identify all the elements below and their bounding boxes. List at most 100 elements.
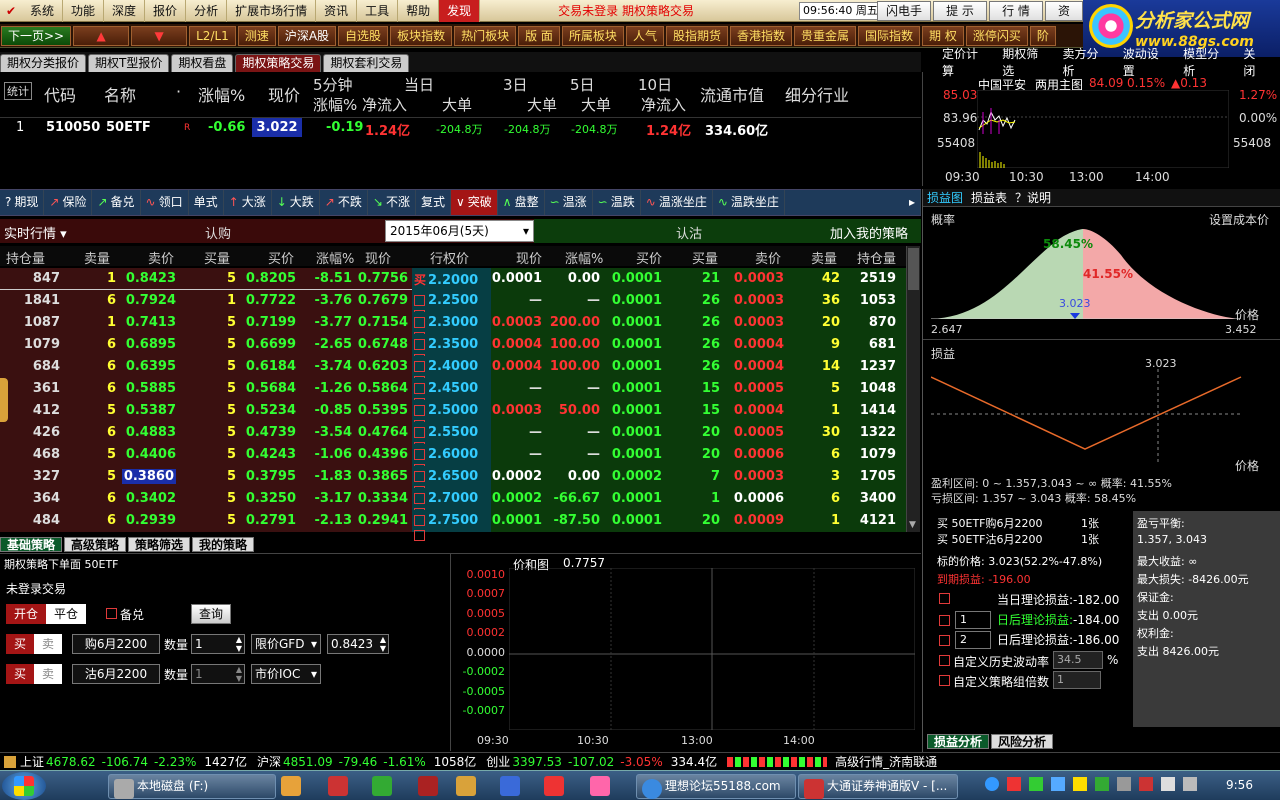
call-px[interactable]: 0.7756 — [358, 271, 408, 286]
tray-icon[interactable] — [1051, 777, 1065, 791]
call-bp[interactable]: 0.6699 — [246, 337, 296, 352]
stat-button[interactable]: 统计 — [4, 82, 32, 100]
hdr-put-oi[interactable]: 持仓量 — [857, 248, 896, 267]
call-chg[interactable]: -1.83 — [315, 469, 352, 484]
put-psp[interactable]: 0.0004 — [734, 359, 784, 374]
put-ppx[interactable]: 0.0001 — [492, 271, 542, 286]
tab-pnl-table[interactable]: 损益表 — [971, 189, 1007, 206]
covered-checkbox[interactable] — [106, 608, 117, 619]
app-icon[interactable] — [590, 776, 610, 796]
stepper-icon[interactable]: ▲ ▼ — [236, 665, 242, 683]
leg2-qty-stepper[interactable]: 1 ▲ ▼ — [191, 664, 245, 684]
call-sp[interactable]: 0.6395 — [126, 359, 176, 374]
call-bv[interactable]: 5 — [227, 513, 236, 528]
put-pchg[interactable]: — — [587, 293, 600, 308]
options-button[interactable]: 期 权 — [922, 25, 964, 46]
sector-index-button[interactable]: 板块指数 — [390, 25, 453, 46]
strategy-mild-rise[interactable]: ∽ 温涨 — [545, 190, 593, 215]
option-row[interactable]: 1087 1 0.7413 5 0.7199 -3.77 0.7154 0.0003 200.0… — [0, 312, 906, 343]
put-psp[interactable]: 0.0003 — [734, 293, 784, 308]
put-poi[interactable]: 1237 — [860, 359, 896, 374]
call-sp[interactable]: 0.7924 — [126, 293, 176, 308]
media-player-icon[interactable] — [281, 776, 301, 796]
put-psv[interactable]: 9 — [831, 337, 840, 352]
option-row[interactable]: 426 6 0.4883 5 0.4739 -3.54 0.4764 — — 0.0001 20 0.… — [0, 422, 906, 453]
call-px[interactable]: 0.5395 — [358, 403, 408, 418]
call-select-checkbox[interactable] — [414, 405, 425, 416]
call-chg[interactable]: -1.26 — [315, 381, 352, 396]
put-pbv[interactable]: 1 — [711, 491, 720, 506]
strategy-range[interactable]: ∧ 盘整 — [498, 190, 545, 215]
strategy-mild-fall[interactable]: ∽ 温跌 — [593, 190, 641, 215]
strategy-collar[interactable]: ∿ 领口 — [141, 190, 189, 215]
theory-day1-checkbox[interactable] — [939, 615, 950, 626]
index-futures-button[interactable]: 股指期货 — [665, 25, 728, 46]
put-ppx[interactable]: 0.0004 — [492, 337, 542, 352]
tab-option-category[interactable]: 期权分类报价 — [0, 54, 87, 72]
speed-test-button[interactable]: 测速 — [237, 25, 276, 46]
call-sv[interactable]: 5 — [107, 447, 116, 462]
tray-icon[interactable] — [1029, 777, 1043, 791]
close-position-button[interactable]: 平仓 — [46, 604, 86, 624]
call-sp[interactable]: 0.4406 — [126, 447, 176, 462]
put-psp[interactable]: 0.0004 — [734, 337, 784, 352]
call-bp[interactable]: 0.8205 — [246, 271, 296, 286]
call-bp[interactable]: 0.6184 — [246, 359, 296, 374]
call-oi[interactable]: 847 — [33, 271, 60, 286]
buy-call-marker[interactable]: 买 — [414, 273, 426, 287]
strategy-insurance[interactable]: ↗ 保险 — [44, 190, 93, 215]
call-chg[interactable]: -2.65 — [315, 337, 352, 352]
col-name[interactable]: 名称 — [104, 82, 136, 106]
hdr-buy-vol[interactable]: 买量 — [204, 248, 230, 267]
put-pchg[interactable]: 100.00 — [550, 359, 600, 374]
hdr-put-buy-vol[interactable]: 买量 — [692, 248, 718, 267]
put-psp[interactable]: 0.0004 — [734, 403, 784, 418]
put-pbp[interactable]: 0.0002 — [612, 469, 662, 484]
call-chg[interactable]: -3.74 — [315, 359, 352, 374]
theory-day2-checkbox[interactable] — [939, 635, 950, 646]
call-bv[interactable]: 1 — [227, 293, 236, 308]
call-sp[interactable]: 0.7413 — [126, 315, 176, 330]
put-poi[interactable]: 3400 — [860, 491, 896, 506]
put-psv[interactable]: 30 — [822, 425, 840, 440]
call-sp[interactable]: 0.5885 — [126, 381, 176, 396]
expiry-select[interactable]: 2015年06月(5天) ▾ — [385, 220, 534, 242]
put-ppx[interactable]: — — [529, 293, 542, 308]
hot-sector-button[interactable]: 热门板块 — [454, 25, 517, 46]
app-icon[interactable] — [372, 776, 392, 796]
call-select-checkbox[interactable] — [414, 471, 425, 482]
strategy-single[interactable]: 单式 — [189, 190, 224, 215]
call-px[interactable]: 0.4396 — [358, 447, 408, 462]
put-poi[interactable]: 1705 — [860, 469, 896, 484]
option-row[interactable]: 1841 6 0.7924 1 0.7722 -3.76 0.7679 — — 0.0001 26 0… — [0, 290, 906, 321]
call-select-checkbox[interactable] — [414, 515, 425, 526]
put-psp[interactable]: 0.0006 — [734, 491, 784, 506]
leg2-contract[interactable]: 沽6月2200 — [72, 664, 160, 684]
strategy-covered[interactable]: ↗ 备兑 — [92, 190, 141, 215]
tab-option-t-quote[interactable]: 期权T型报价 — [88, 54, 170, 72]
put-pchg[interactable]: 100.00 — [550, 337, 600, 352]
option-row[interactable]: 684 6 0.6395 5 0.6184 -3.74 0.6203 0.0004 100.00… — [0, 356, 906, 387]
menu-help[interactable]: 帮助 — [398, 0, 440, 22]
tab-basic-strategy[interactable]: 基础策略 — [0, 536, 63, 552]
put-pbv[interactable]: 26 — [702, 337, 720, 352]
col-big3[interactable]: 大单 — [527, 94, 557, 115]
call-sv[interactable]: 6 — [107, 491, 116, 506]
put-psp[interactable]: 0.0005 — [734, 381, 784, 396]
strategy-mild-fall-dealer[interactable]: ∿ 温跌坐庄 — [713, 190, 785, 215]
hdr-put-sell-vol[interactable]: 卖量 — [811, 248, 837, 267]
call-sp[interactable]: 0.5387 — [126, 403, 176, 418]
tray-icon[interactable] — [1007, 777, 1021, 791]
call-sv[interactable]: 5 — [107, 469, 116, 484]
call-bp[interactable]: 0.2791 — [246, 513, 296, 528]
hdr-chg[interactable]: 涨幅% — [316, 248, 354, 267]
set-cost-button[interactable]: 设置成本价 — [1209, 211, 1269, 228]
tab-help[interactable]: ？说明 — [1015, 189, 1051, 206]
put-pbv[interactable]: 15 — [702, 381, 720, 396]
put-poi[interactable]: 1048 — [860, 381, 896, 396]
put-ppx[interactable]: 0.0001 — [492, 513, 542, 528]
call-px[interactable]: 0.7679 — [358, 293, 408, 308]
call-chg[interactable]: -3.76 — [315, 293, 352, 308]
custom-count-input[interactable]: 1 — [1053, 671, 1101, 689]
put-psv[interactable]: 1 — [831, 403, 840, 418]
